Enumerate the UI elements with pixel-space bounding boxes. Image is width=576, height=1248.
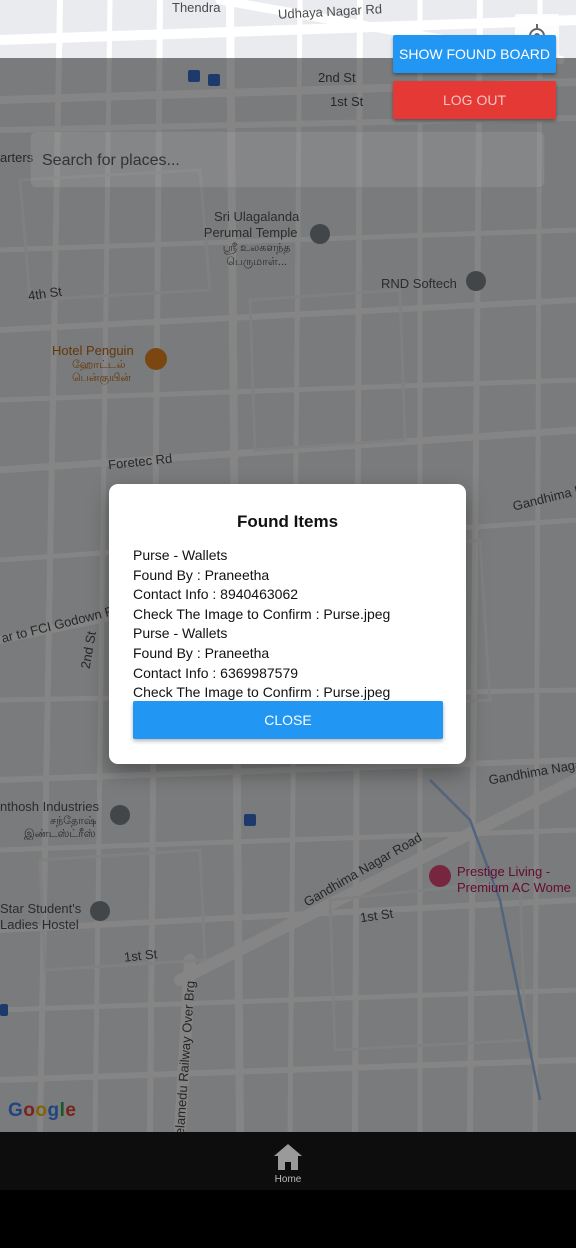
found-item-category: Purse - Wallets xyxy=(133,625,228,642)
found-item-contact: Contact Info : 6369987579 xyxy=(133,664,299,681)
found-item-finder: Found By : Praneetha xyxy=(133,566,270,583)
found-item-finder: Found By : Praneetha xyxy=(133,644,270,661)
street-label: Thendra xyxy=(172,0,221,15)
search-input[interactable]: Search for places... xyxy=(30,131,545,188)
search-placeholder: Search for places... xyxy=(42,152,180,169)
dialog-title: Found Items xyxy=(236,512,339,531)
tab-home[interactable]: Home xyxy=(258,1132,318,1190)
found-items-list: Purse - Wallets Found By : Praneetha Con… xyxy=(133,546,390,703)
system-navigation-bar xyxy=(0,1190,576,1248)
found-item-image: Check The Image to Confirm : Purse.jpeg xyxy=(133,605,391,622)
tab-home-label: Home xyxy=(274,1174,302,1185)
found-item-image: Check The Image to Confirm : Purse.jpeg xyxy=(133,684,391,701)
close-button[interactable]: CLOSE xyxy=(133,701,443,739)
found-item-contact: Contact Info : 8940463062 xyxy=(133,586,299,603)
bottom-tab-bar: Home xyxy=(0,1132,576,1190)
found-items-dialog: Found Items Purse - Wallets Found By : P… xyxy=(109,484,466,764)
logout-button[interactable]: LOG OUT xyxy=(393,81,556,119)
found-item-category: Purse - Wallets xyxy=(133,547,228,563)
show-found-board-button[interactable]: SHOW FOUND BOARD xyxy=(393,35,556,73)
